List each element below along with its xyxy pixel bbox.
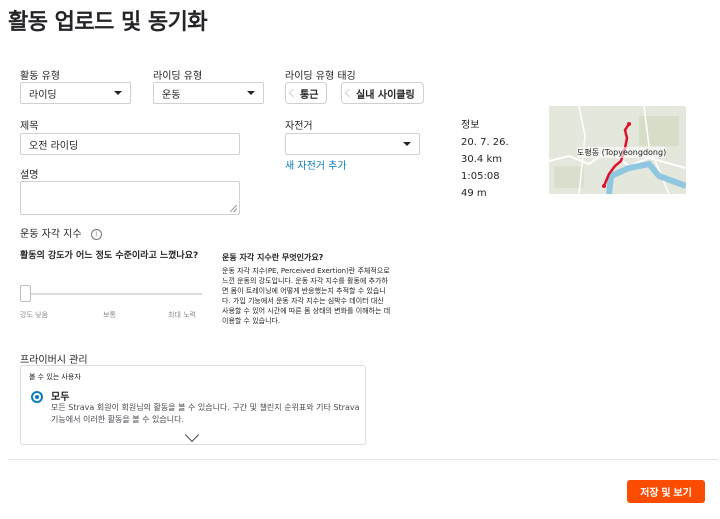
description-label: 설명: [20, 170, 39, 181]
ride-type-select[interactable]: 운동: [153, 82, 264, 104]
privacy-label: 프라이버시 관리: [20, 355, 88, 366]
slider-max-label: 최대 노력: [168, 311, 196, 319]
rpe-question: 활동의 강도가 어느 정도 수준이라고 느꼈나요?: [20, 251, 199, 261]
page-title: 활동 업로드 및 동기화: [8, 10, 208, 35]
title-input[interactable]: 오전 라이딩: [20, 133, 240, 155]
privacy-caption: 볼 수 있는 사용자: [29, 373, 81, 381]
stat-elevation: 49 m: [461, 188, 487, 199]
rpe-slider-track[interactable]: [20, 293, 202, 295]
footer-divider: [8, 459, 718, 460]
route-map[interactable]: 도평동 (Topyeongdong): [549, 106, 686, 194]
title-label: 제목: [20, 121, 39, 132]
map-place-label: 도평동 (Topyeongdong): [577, 147, 667, 158]
add-bike-link[interactable]: 새 자전거 추가: [285, 157, 347, 172]
activity-type-select[interactable]: 라이딩: [20, 82, 131, 104]
radio-everyone[interactable]: [31, 391, 43, 403]
tag-notch-icon: [344, 88, 354, 98]
ride-type-value: 운동: [162, 89, 181, 101]
slider-min-label: 강도 낮음: [20, 311, 48, 319]
chevron-down-icon[interactable]: [184, 427, 200, 443]
ride-type-label: 라이딩 유형: [153, 71, 203, 82]
stat-time: 1:05:08: [461, 171, 500, 182]
activity-type-value: 라이딩: [29, 89, 57, 101]
activity-stats: 20. 7. 26. 30.4 km 1:05:08 49 m: [461, 134, 509, 202]
rpe-slider-thumb[interactable]: [20, 285, 31, 302]
rpe-label: 운동 자각 지수 i: [20, 225, 102, 240]
stat-date: 20. 7. 26.: [461, 137, 509, 148]
resize-grip-icon[interactable]: [230, 205, 237, 212]
slider-mid-label: 보통: [103, 311, 116, 319]
tag-notch-icon: [288, 88, 298, 98]
bike-select[interactable]: [285, 133, 420, 155]
privacy-select[interactable]: 볼 수 있는 사용자 모두 모든 Strava 회원이 회원님의 활동을 볼 수…: [20, 365, 366, 445]
info-icon[interactable]: i: [90, 228, 102, 240]
chevron-down-icon: [403, 142, 411, 146]
description-textarea[interactable]: [20, 181, 240, 215]
tag-commute[interactable]: 통근: [285, 82, 328, 104]
rpe-help-title: 운동 자각 지수란 무엇인가요?: [222, 253, 324, 262]
save-and-view-button[interactable]: 저장 및 보기: [627, 480, 705, 503]
privacy-option-desc: 모든 Strava 회원이 회원님의 활동을 볼 수 있습니다. 구간 및 챌린…: [51, 403, 360, 424]
chevron-down-icon: [114, 91, 122, 95]
rpe-label-text: 운동 자각 지수: [20, 229, 82, 240]
rpe-help-body: 운동 자각 지수(PE, Perceived Exertion)란 주체적으로 …: [222, 267, 391, 325]
tag-indoor-cycling-label: 실내 사이클링: [356, 89, 415, 101]
chevron-down-icon: [247, 91, 255, 95]
tag-commute-label: 통근: [300, 89, 319, 101]
stat-distance: 30.4 km: [461, 154, 502, 165]
radio-dot: [35, 395, 39, 399]
privacy-option-title: 모두: [51, 392, 70, 403]
ride-tag-label: 라이딩 유형 태깅: [285, 71, 356, 82]
bike-label: 자전거: [285, 121, 313, 132]
activity-type-label: 활동 유형: [20, 71, 60, 82]
info-label: 정보: [461, 120, 480, 131]
tag-indoor-cycling[interactable]: 실내 사이클링: [341, 82, 424, 104]
